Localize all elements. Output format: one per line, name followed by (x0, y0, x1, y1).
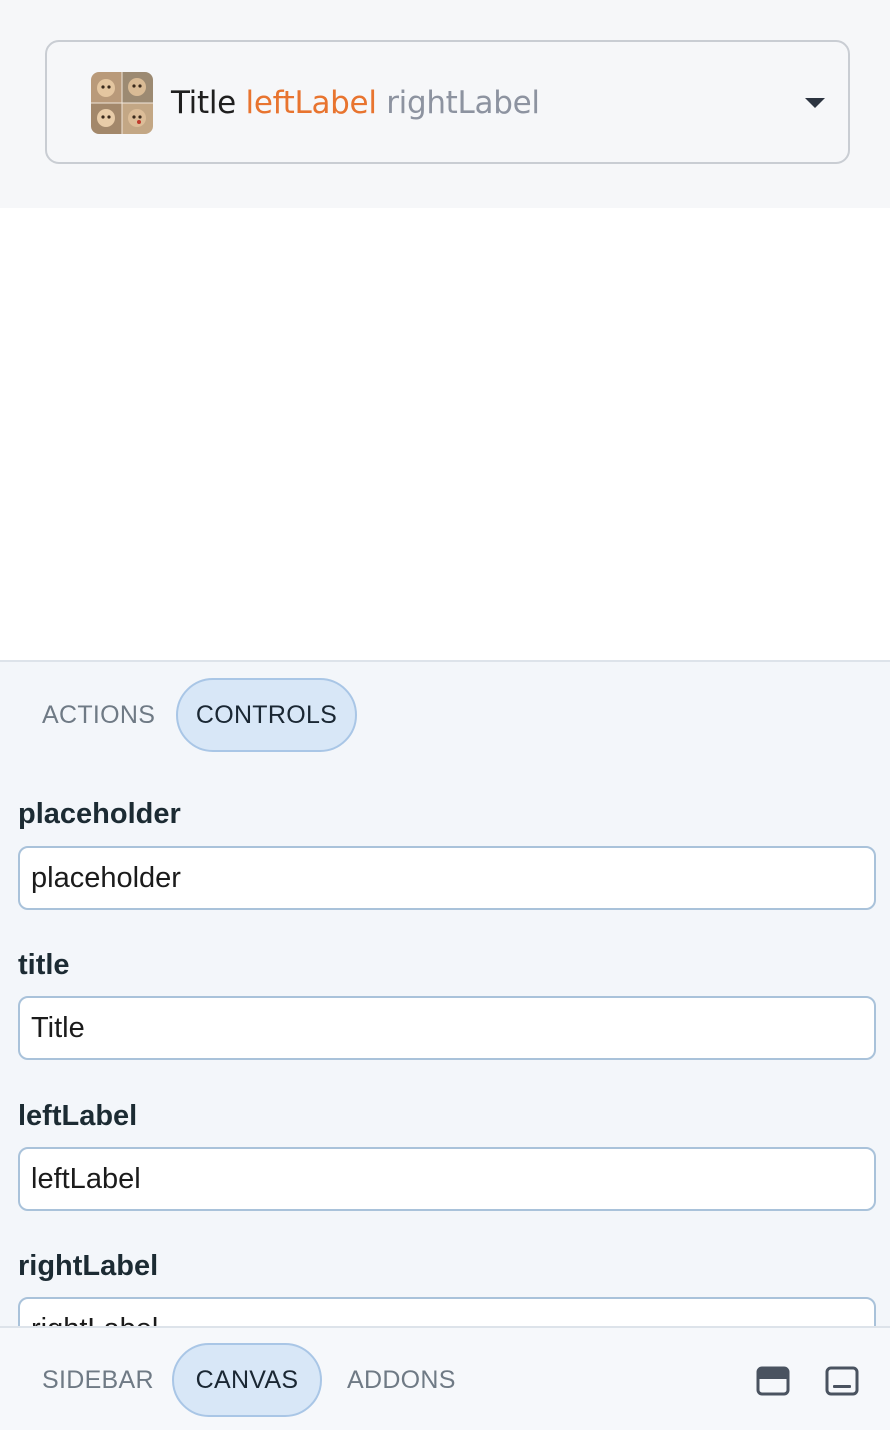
nav-tab-addons[interactable]: ADDONS (347, 1343, 456, 1417)
control-label-title: title (18, 949, 70, 981)
control-input-placeholder[interactable] (18, 846, 876, 910)
control-label-placeholder: placeholder (18, 798, 181, 830)
panel-top-icon[interactable] (756, 1366, 790, 1396)
control-input-leftlabel[interactable] (18, 1147, 876, 1211)
canvas-empty-area (0, 208, 890, 660)
control-input-title[interactable] (18, 996, 876, 1060)
select-value: Title leftLabel rightLabel (171, 84, 540, 122)
nav-tab-canvas[interactable]: CANVAS (172, 1343, 322, 1417)
bottom-nav: SIDEBAR CANVAS ADDONS (0, 1326, 890, 1430)
select-left-label: leftLabel (245, 85, 377, 121)
nav-tab-sidebar[interactable]: SIDEBAR (42, 1343, 154, 1417)
select-title: Title (171, 85, 236, 121)
addons-tabbar: ACTIONS CONTROLS (0, 678, 890, 752)
panel-bottom-icon[interactable] (825, 1366, 859, 1396)
addons-panel: ACTIONS CONTROLS placeholder title leftL… (0, 660, 890, 1328)
cat-thumbnail-image (91, 72, 153, 134)
chevron-down-icon[interactable] (805, 98, 825, 108)
control-input-rightlabel[interactable] (18, 1297, 876, 1328)
control-label-leftlabel: leftLabel (18, 1100, 138, 1132)
tab-controls[interactable]: CONTROLS (176, 678, 357, 752)
select-dropdown[interactable]: Title leftLabel rightLabel (45, 40, 850, 164)
select-right-label: rightLabel (386, 85, 540, 121)
preview-area: Title leftLabel rightLabel (0, 0, 890, 208)
tab-actions[interactable]: ACTIONS (42, 678, 155, 752)
control-label-rightlabel: rightLabel (18, 1250, 159, 1282)
